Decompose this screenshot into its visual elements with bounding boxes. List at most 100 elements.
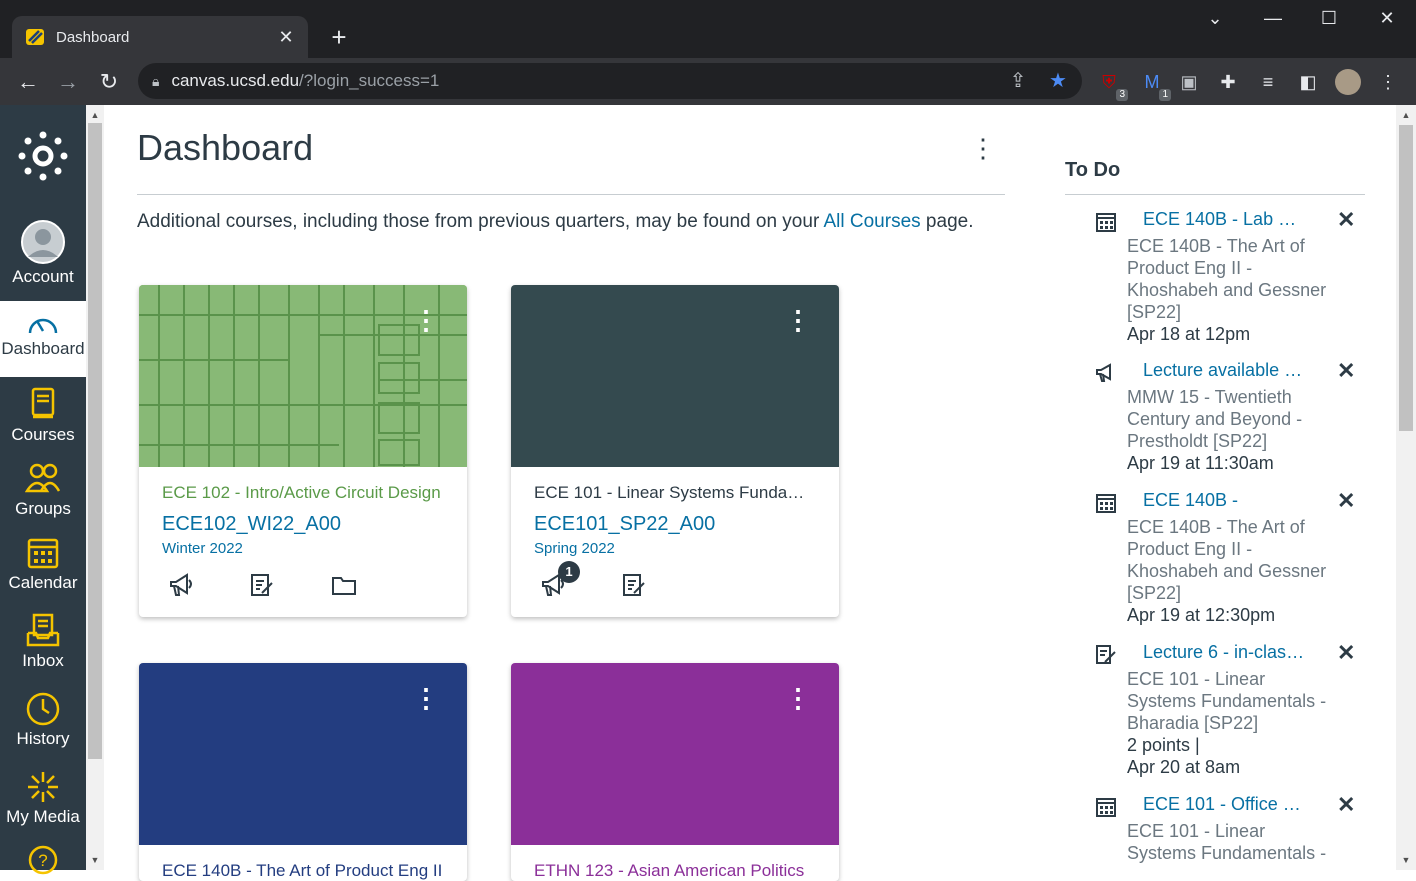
side-panel-icon[interactable]: ◧ xyxy=(1295,69,1321,95)
global-nav: Account Dashboard Courses Groups Calenda… xyxy=(0,105,86,875)
nav-label: Dashboard xyxy=(1,339,85,358)
card-options-icon[interactable]: ⋮ xyxy=(785,685,811,711)
scroll-down-icon[interactable]: ▼ xyxy=(1397,852,1415,868)
dashboard-options-icon[interactable]: ⋮ xyxy=(970,135,996,161)
canvas-logo-icon[interactable] xyxy=(18,131,68,181)
card-hero-color[interactable]: ⋮ xyxy=(511,285,839,467)
my-media-icon xyxy=(28,772,58,802)
scroll-thumb[interactable] xyxy=(88,123,102,759)
course-card[interactable]: ⋮ ECE 102 - Intro/Active Circuit Design … xyxy=(139,285,467,617)
svg-text:?: ? xyxy=(38,851,47,870)
canvas-page: Account Dashboard Courses Groups Calenda… xyxy=(0,105,1416,881)
minimize-icon[interactable]: — xyxy=(1258,8,1288,32)
course-code[interactable]: ECE102_WI22_A00 xyxy=(162,513,444,536)
page-scrollbar[interactable]: ▲ ▼ xyxy=(1396,105,1416,870)
tab-close-icon[interactable]: ✕ xyxy=(276,27,296,48)
nav-inbox[interactable]: Inbox xyxy=(0,613,86,671)
nav-label: Account xyxy=(12,267,74,286)
todo-context: ECE 101 - Linear Systems Fundamentals - xyxy=(1127,821,1327,863)
nav-courses[interactable]: Courses xyxy=(0,387,86,445)
url-path: /?login_success=1 xyxy=(299,71,440,90)
share-icon[interactable]: ⇪ xyxy=(1004,67,1032,95)
profile-avatar[interactable] xyxy=(1335,69,1361,95)
todo-date: Apr 18 at 12pm xyxy=(1127,324,1251,344)
todo-link[interactable]: ECE 140B - xyxy=(1143,490,1307,511)
card-hero-color[interactable]: ⋮ xyxy=(139,663,467,845)
new-tab-button[interactable]: + xyxy=(324,22,354,52)
extension-m-icon[interactable]: M1 xyxy=(1139,69,1171,101)
announcements-icon[interactable] xyxy=(167,571,195,599)
course-card[interactable]: ⋮ ECE 101 - Linear Systems Fundamentals … xyxy=(511,285,839,617)
course-term: Winter 2022 xyxy=(162,540,243,557)
scroll-up-icon[interactable]: ▲ xyxy=(86,107,104,123)
all-courses-link[interactable]: All Courses xyxy=(824,211,921,232)
extension-icon[interactable]: ▣ xyxy=(1176,69,1202,95)
browser-tabstrip: Dashboard ✕ + ⌄ — ☐ ✕ xyxy=(0,0,1416,58)
dismiss-icon[interactable]: ✕ xyxy=(1337,207,1355,233)
todo-link[interactable]: Lecture available online xyxy=(1143,360,1307,381)
files-folder-icon[interactable] xyxy=(330,571,358,599)
todo-date: Apr 19 at 11:30am xyxy=(1127,453,1274,473)
nav-label: History xyxy=(16,729,70,748)
todo-link[interactable]: ECE 101 - Office Hours xyxy=(1143,794,1307,815)
scroll-up-icon[interactable]: ▲ xyxy=(1397,107,1415,123)
nav-label: Inbox xyxy=(22,651,64,670)
calendar-icon xyxy=(27,538,59,569)
card-options-icon[interactable]: ⋮ xyxy=(785,307,811,333)
note-text: page. xyxy=(920,211,974,232)
ublock-icon[interactable]: ⛨ 3 xyxy=(1096,69,1128,101)
nav-history[interactable]: History xyxy=(0,691,86,749)
inbox-icon xyxy=(26,613,60,647)
dismiss-icon[interactable]: ✕ xyxy=(1337,488,1355,514)
course-name[interactable]: ECE 102 - Intro/Active Circuit Design xyxy=(162,483,444,503)
todo-link[interactable]: Lecture 6 - in-class quiz xyxy=(1143,642,1307,663)
browser-tab[interactable]: Dashboard ✕ xyxy=(12,16,308,58)
reload-icon[interactable]: ↻ xyxy=(95,68,123,96)
nav-help[interactable]: ? xyxy=(0,845,86,875)
todo-context: ECE 101 - Linear Systems Fundamentals - … xyxy=(1127,669,1327,733)
back-icon[interactable]: ← xyxy=(14,68,42,96)
media-control-icon[interactable]: ≡ xyxy=(1255,69,1281,95)
book-icon xyxy=(31,387,55,419)
nav-my-media[interactable]: My Media xyxy=(0,769,86,827)
forward-icon[interactable]: → xyxy=(54,68,82,96)
dismiss-icon[interactable]: ✕ xyxy=(1337,358,1355,384)
card-options-icon[interactable]: ⋮ xyxy=(413,685,439,711)
course-card[interactable]: ⋮ ECE 140B - The Art of Product Eng II xyxy=(139,663,467,881)
nav-label: Calendar xyxy=(8,573,78,592)
course-code[interactable]: ECE101_SP22_A00 xyxy=(534,513,816,536)
todo-date: Apr 20 at 8am xyxy=(1127,757,1241,777)
bookmark-star-icon[interactable]: ★ xyxy=(1044,67,1072,95)
scroll-down-icon[interactable]: ▼ xyxy=(86,852,104,868)
scroll-thumb[interactable] xyxy=(1399,125,1413,431)
tab-search-icon[interactable]: ⌄ xyxy=(1200,8,1230,32)
nav-groups[interactable]: Groups xyxy=(0,461,86,519)
divider xyxy=(137,194,1005,195)
dismiss-icon[interactable]: ✕ xyxy=(1337,640,1355,666)
browser-toolbar: ← → ↻ 🔒︎ canvas.ucsd.edu/?login_success=… xyxy=(0,58,1416,105)
nav-dashboard[interactable]: Dashboard xyxy=(0,301,86,377)
clock-icon xyxy=(26,692,60,726)
nav-calendar[interactable]: Calendar xyxy=(0,535,86,593)
assignments-icon[interactable] xyxy=(248,571,276,599)
todo-date: Apr 19 at 12:30pm xyxy=(1127,605,1276,625)
course-name[interactable]: ECE 140B - The Art of Product Eng II xyxy=(162,861,444,881)
chrome-menu-icon[interactable]: ⋮ xyxy=(1375,69,1401,95)
nav-account[interactable]: Account xyxy=(0,219,86,287)
puzzle-icon[interactable]: ✚ xyxy=(1215,69,1241,95)
maximize-icon[interactable]: ☐ xyxy=(1314,8,1344,32)
lock-icon: 🔒︎ xyxy=(152,72,160,89)
todo-link[interactable]: ECE 140B - Lab Session xyxy=(1143,209,1307,230)
course-name[interactable]: ECE 101 - Linear Systems Fundamentals xyxy=(534,483,816,503)
card-hero-image[interactable]: ⋮ xyxy=(139,285,467,467)
card-hero-color[interactable]: ⋮ xyxy=(511,663,839,845)
course-name[interactable]: ETHN 123 - Asian American Politics xyxy=(534,861,816,881)
nav-scrollbar[interactable]: ▲ ▼ xyxy=(86,105,104,870)
assignments-icon[interactable] xyxy=(620,571,648,599)
additional-courses-note: Additional courses, including those from… xyxy=(137,211,973,233)
close-window-icon[interactable]: ✕ xyxy=(1372,8,1402,32)
card-options-icon[interactable]: ⋮ xyxy=(413,307,439,333)
address-bar[interactable]: 🔒︎ canvas.ucsd.edu/?login_success=1 ⇪ ★ xyxy=(138,63,1082,99)
course-card[interactable]: ⋮ ETHN 123 - Asian American Politics xyxy=(511,663,839,881)
dismiss-icon[interactable]: ✕ xyxy=(1337,792,1355,818)
